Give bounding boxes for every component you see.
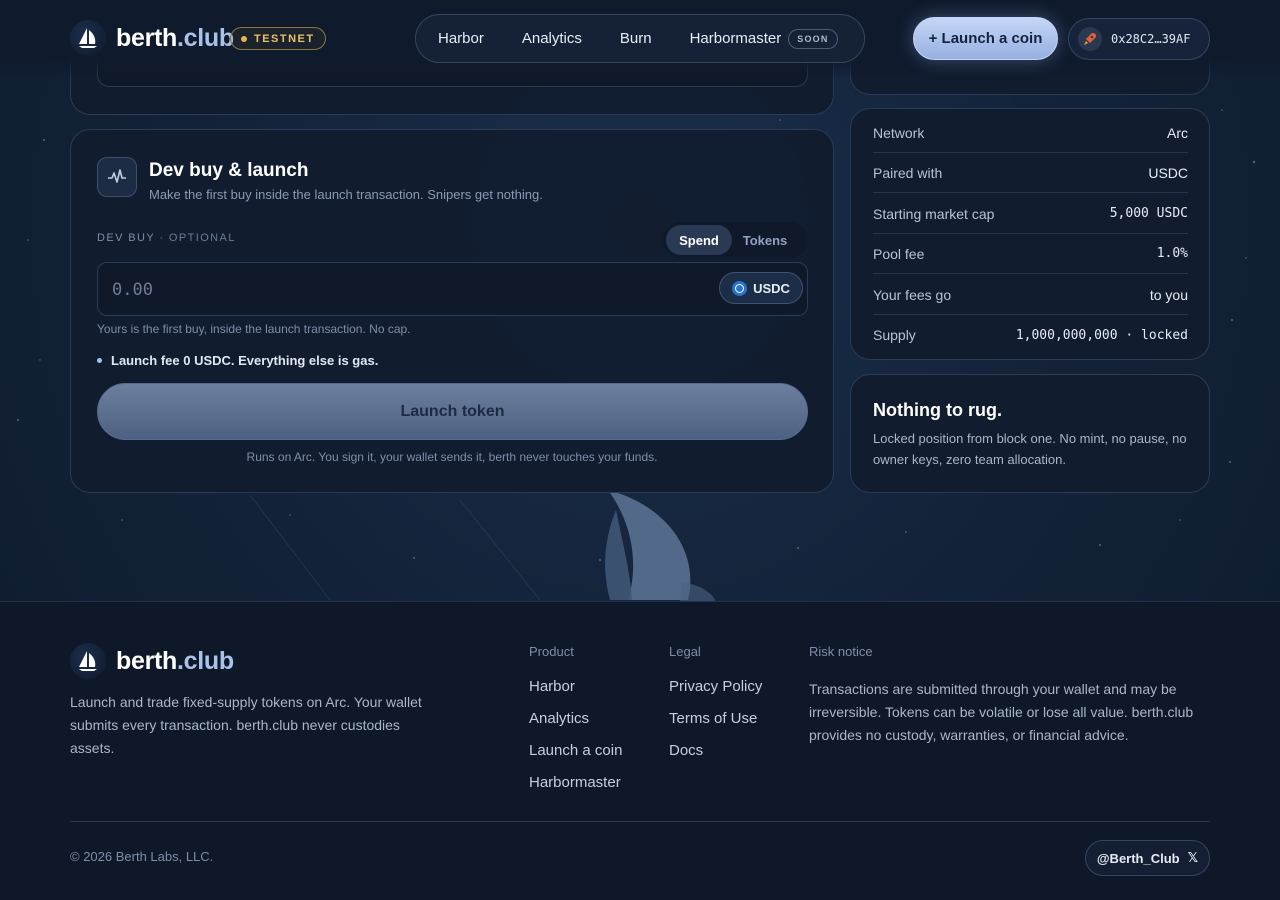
safety-title: Nothing to rug. bbox=[873, 400, 1002, 420]
nav-burn[interactable]: Burn bbox=[620, 30, 652, 47]
detail-value: 5,000 USDC bbox=[1109, 206, 1188, 221]
footer-description: Launch and trade fixed-supply tokens on … bbox=[70, 694, 422, 756]
launch-fee-text: Launch fee 0 USDC. Everything else is ga… bbox=[111, 353, 379, 368]
product-heading: Product bbox=[529, 644, 574, 659]
footer-link-analytics[interactable]: Analytics bbox=[529, 710, 622, 742]
status-dot-icon bbox=[241, 35, 247, 42]
page-footer: berth.club Launch and trade fixed-supply… bbox=[0, 601, 1280, 900]
detail-label: Starting market cap bbox=[873, 205, 995, 222]
label-separator: · bbox=[159, 232, 165, 244]
brand-wordmark: berth.club bbox=[116, 23, 234, 52]
detail-row-pool-fee: Pool fee 1.0% bbox=[873, 234, 1188, 274]
dev-buy-card: Dev buy & launch Make the first buy insi… bbox=[70, 129, 834, 493]
footer-product-column: Product Harbor Analytics Launch a coin H… bbox=[529, 644, 622, 806]
amount-value[interactable]: 0.00 bbox=[112, 280, 153, 300]
section-subtitle: Make the first buy inside the launch tra… bbox=[149, 187, 543, 202]
detail-value: 1,000,000,000 · locked bbox=[1015, 327, 1188, 343]
detail-label: Your fees go bbox=[873, 286, 952, 303]
footer-wordmark: berth.club bbox=[116, 646, 234, 675]
soon-badge: SOON bbox=[788, 28, 838, 49]
detail-value: Arc bbox=[1167, 124, 1188, 141]
launch-token-button[interactable]: Launch token bbox=[97, 383, 808, 440]
footer-risk-column: Risk notice Transactions are submitted t… bbox=[809, 644, 1209, 747]
nav-harbor[interactable]: Harbor bbox=[438, 30, 484, 47]
toggle-tokens[interactable]: Tokens bbox=[732, 225, 798, 255]
footer-link-docs[interactable]: Docs bbox=[669, 742, 762, 774]
detail-row-fees-destination: Your fees go to you bbox=[873, 275, 1188, 315]
launch-details-card: Network Arc Paired with USDC Starting ma… bbox=[850, 108, 1210, 360]
spend-tokens-toggle: Spend Tokens bbox=[663, 222, 808, 258]
footer-legal-column: Legal Privacy Policy Terms of Use Docs bbox=[669, 644, 762, 774]
currency-selector[interactable]: USDC bbox=[719, 272, 803, 304]
detail-label: Pool fee bbox=[873, 245, 925, 262]
footer-link-privacy[interactable]: Privacy Policy bbox=[669, 678, 762, 710]
risk-notice-text: Transactions are submitted through your … bbox=[809, 681, 1194, 743]
x-logo-icon: 𝕏 bbox=[1187, 850, 1199, 865]
section-title: Dev buy & launch bbox=[149, 160, 309, 181]
rocket-icon bbox=[1078, 27, 1102, 51]
detail-label: Network bbox=[873, 124, 925, 141]
legal-heading: Legal bbox=[669, 644, 701, 659]
brand-logo[interactable]: berth.club bbox=[70, 20, 234, 56]
optional-label: OPTIONAL bbox=[168, 232, 236, 244]
testnet-label: TESTNET bbox=[254, 32, 315, 45]
launch-coin-button[interactable]: + Launch a coin bbox=[913, 17, 1058, 60]
toggle-spend[interactable]: Spend bbox=[666, 225, 732, 255]
social-x-link[interactable]: @Berth_Club 𝕏 bbox=[1085, 840, 1210, 876]
dev-buy-label-main: DEV BUY bbox=[97, 232, 155, 244]
background-sail-illustration bbox=[605, 490, 716, 602]
footer-link-terms[interactable]: Terms of Use bbox=[669, 710, 762, 742]
safety-card: Nothing to rug. Locked position from blo… bbox=[850, 374, 1210, 493]
risk-heading: Risk notice bbox=[809, 644, 873, 659]
sailboat-icon bbox=[70, 643, 106, 679]
footer-divider bbox=[70, 821, 1210, 822]
footer-link-launch-coin[interactable]: Launch a coin bbox=[529, 742, 622, 774]
bullet-icon bbox=[97, 358, 102, 363]
social-handle: @Berth_Club bbox=[1096, 850, 1180, 866]
testnet-badge: TESTNET bbox=[230, 27, 326, 50]
detail-value: 1.0% bbox=[1156, 246, 1188, 261]
detail-label: Paired with bbox=[873, 164, 943, 181]
nav-analytics[interactable]: Analytics bbox=[522, 30, 582, 47]
launch-fee-note: Launch fee 0 USDC. Everything else is ga… bbox=[97, 353, 378, 368]
footer-brand-logo[interactable]: berth.club bbox=[70, 643, 234, 679]
copyright: © 2026 Berth Labs, LLC. bbox=[70, 849, 214, 864]
detail-row-supply: Supply 1,000,000,000 · locked bbox=[873, 315, 1188, 355]
footer-link-harbormaster[interactable]: Harbormaster bbox=[529, 774, 622, 806]
activity-pulse-icon bbox=[97, 157, 137, 197]
wallet-address: 0x28C2…39AF bbox=[1111, 32, 1191, 46]
custody-footnote: Runs on Arc. You sign it, your wallet se… bbox=[246, 450, 658, 464]
amount-help-text: Yours is the first buy, inside the launc… bbox=[97, 322, 411, 336]
footer-link-harbor[interactable]: Harbor bbox=[529, 678, 622, 710]
top-navigation-bar: berth.club TESTNET Harbor Analytics Burn… bbox=[0, 0, 1280, 80]
safety-text: Locked position from block one. No mint,… bbox=[873, 431, 1187, 467]
detail-row-network: Network Arc bbox=[873, 113, 1188, 153]
detail-value: USDC bbox=[1148, 164, 1188, 181]
nav-harbormaster[interactable]: Harbormaster bbox=[690, 30, 782, 47]
detail-row-paired-with: Paired with USDC bbox=[873, 153, 1188, 193]
currency-label: USDC bbox=[753, 280, 790, 296]
usdc-coin-icon bbox=[732, 280, 748, 296]
wallet-button[interactable]: 0x28C2…39AF bbox=[1068, 18, 1210, 60]
sailboat-icon bbox=[70, 20, 106, 56]
dev-buy-amount-input[interactable]: 0.00 USDC bbox=[97, 262, 808, 316]
dev-buy-label: DEV BUY · OPTIONAL bbox=[97, 232, 236, 244]
detail-value: to you bbox=[1149, 286, 1188, 303]
detail-row-market-cap: Starting market cap 5,000 USDC bbox=[873, 194, 1188, 234]
main-nav: Harbor Analytics Burn Harbormaster SOON bbox=[415, 14, 865, 63]
detail-label: Supply bbox=[873, 327, 916, 343]
